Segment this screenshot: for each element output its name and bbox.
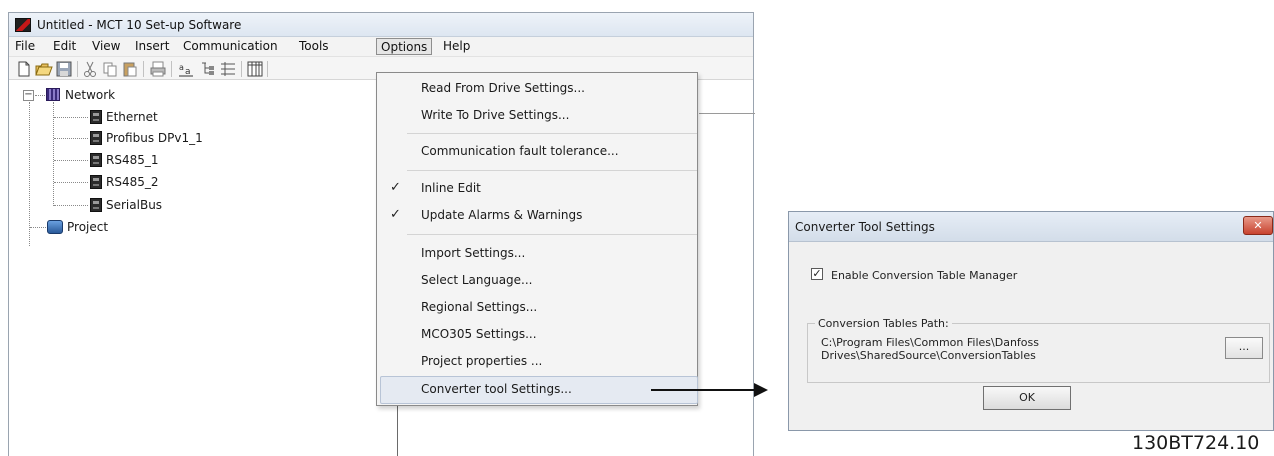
menu-import-settings[interactable]: Import Settings...: [421, 246, 525, 260]
drive-device-icon: [90, 110, 102, 124]
project-icon: [47, 220, 63, 234]
options-dropdown-menu: Read From Drive Settings... Write To Dri…: [376, 72, 698, 406]
toolbar-separator: [171, 61, 172, 77]
toolbar-separator: [143, 61, 144, 77]
print-icon[interactable]: [149, 60, 167, 78]
menu-tools[interactable]: Tools: [295, 38, 333, 55]
toolbar-separator: [77, 61, 78, 77]
check-icon: ✓: [390, 180, 401, 195]
drive-device-icon: [90, 131, 102, 145]
network-icon: [46, 88, 60, 101]
check-icon: ✓: [390, 207, 401, 222]
tree-collapse-toggle[interactable]: −: [23, 90, 34, 101]
drive-device-icon: [90, 153, 102, 167]
new-file-icon[interactable]: [15, 60, 33, 78]
app-logo-icon: [15, 18, 31, 32]
menu-help[interactable]: Help: [439, 38, 474, 55]
menu-separator: [407, 133, 697, 134]
tree-connector: [54, 117, 88, 118]
network-tree-pane: − Network Ethernet Profibus DPv1_1 RS485…: [9, 81, 377, 456]
tree-connector: [54, 160, 88, 161]
tree-connector: [35, 95, 45, 96]
tree-connector: [30, 227, 46, 228]
font-icon[interactable]: aa: [177, 60, 195, 78]
tree-connector: [54, 138, 88, 139]
tree-node-rs485-2[interactable]: RS485_2: [106, 175, 159, 189]
tree-connector: [54, 182, 88, 183]
drive-device-icon: [90, 198, 102, 212]
tree-connector: [29, 102, 30, 246]
title-bar: Untitled - MCT 10 Set-up Software: [9, 13, 753, 37]
paste-icon[interactable]: [121, 60, 139, 78]
drive-device-icon: [90, 175, 102, 189]
right-pane-header: [699, 105, 755, 114]
tree-node-rs485-1[interactable]: RS485_1: [106, 153, 159, 167]
menu-select-language[interactable]: Select Language...: [421, 273, 533, 287]
dialog-title-bar: Converter Tool Settings ✕: [789, 212, 1273, 242]
menu-project-properties[interactable]: Project properties ...: [421, 354, 542, 368]
ok-button[interactable]: OK: [983, 386, 1071, 410]
menu-file[interactable]: File: [11, 38, 39, 55]
menu-mco305-settings[interactable]: MCO305 Settings...: [421, 327, 537, 341]
menu-communication-fault-tolerance[interactable]: Communication fault tolerance...: [421, 144, 619, 158]
open-folder-icon[interactable]: [35, 60, 53, 78]
tree-connector: [54, 205, 88, 206]
browse-button[interactable]: ...: [1225, 337, 1263, 359]
menu-communication[interactable]: Communication: [179, 38, 282, 55]
menu-read-from-drive-settings[interactable]: Read From Drive Settings...: [421, 81, 585, 95]
toolbar-separator: [267, 61, 268, 77]
tree-node-serialbus[interactable]: SerialBus: [106, 198, 162, 212]
tree-node-network[interactable]: Network: [65, 88, 115, 102]
figure-code: 130BT724.10: [1132, 432, 1260, 454]
enable-conversion-checkbox[interactable]: ✓: [811, 268, 823, 280]
menu-separator: [407, 170, 697, 171]
conversion-path-line-1: C:\Program Files\Common Files\Danfoss: [821, 336, 1039, 349]
toolbar-separator: [241, 61, 242, 77]
converter-tool-settings-dialog: Converter Tool Settings ✕ ✓ Enable Conve…: [788, 211, 1274, 431]
arrow-head-icon: [754, 383, 768, 397]
menu-options[interactable]: Options: [376, 38, 433, 55]
menu-inline-edit[interactable]: Inline Edit: [421, 181, 481, 195]
menu-view[interactable]: View: [88, 38, 124, 55]
tree-view-icon[interactable]: [199, 60, 217, 78]
menu-insert[interactable]: Insert: [131, 38, 173, 55]
svg-text:a: a: [179, 63, 184, 72]
menu-update-alarms-warnings[interactable]: Update Alarms & Warnings: [421, 208, 582, 222]
menu-separator: [407, 234, 697, 235]
save-icon[interactable]: [55, 60, 73, 78]
tree-node-ethernet[interactable]: Ethernet: [106, 110, 158, 124]
conversion-path-label: Conversion Tables Path:: [815, 317, 952, 330]
columns-icon[interactable]: [246, 60, 264, 78]
enable-conversion-label: Enable Conversion Table Manager: [831, 269, 1018, 282]
close-icon[interactable]: ✕: [1243, 216, 1273, 235]
list-view-icon[interactable]: [219, 60, 237, 78]
menu-edit[interactable]: Edit: [49, 38, 80, 55]
arrow-line: [651, 389, 755, 391]
copy-icon[interactable]: [101, 60, 119, 78]
menu-write-to-drive-settings[interactable]: Write To Drive Settings...: [421, 108, 569, 122]
tree-node-profibus[interactable]: Profibus DPv1_1: [106, 131, 203, 145]
menu-regional-settings[interactable]: Regional Settings...: [421, 300, 537, 314]
tree-node-project[interactable]: Project: [67, 220, 108, 234]
window-title: Untitled - MCT 10 Set-up Software: [37, 18, 242, 32]
conversion-path-line-2: Drives\SharedSource\ConversionTables: [821, 349, 1036, 362]
menu-converter-tool-settings[interactable]: Converter tool Settings...: [421, 382, 572, 396]
dialog-title: Converter Tool Settings: [795, 220, 935, 234]
cut-icon[interactable]: [81, 60, 99, 78]
menu-bar: File Edit View Insert Communication Tool…: [9, 37, 753, 56]
